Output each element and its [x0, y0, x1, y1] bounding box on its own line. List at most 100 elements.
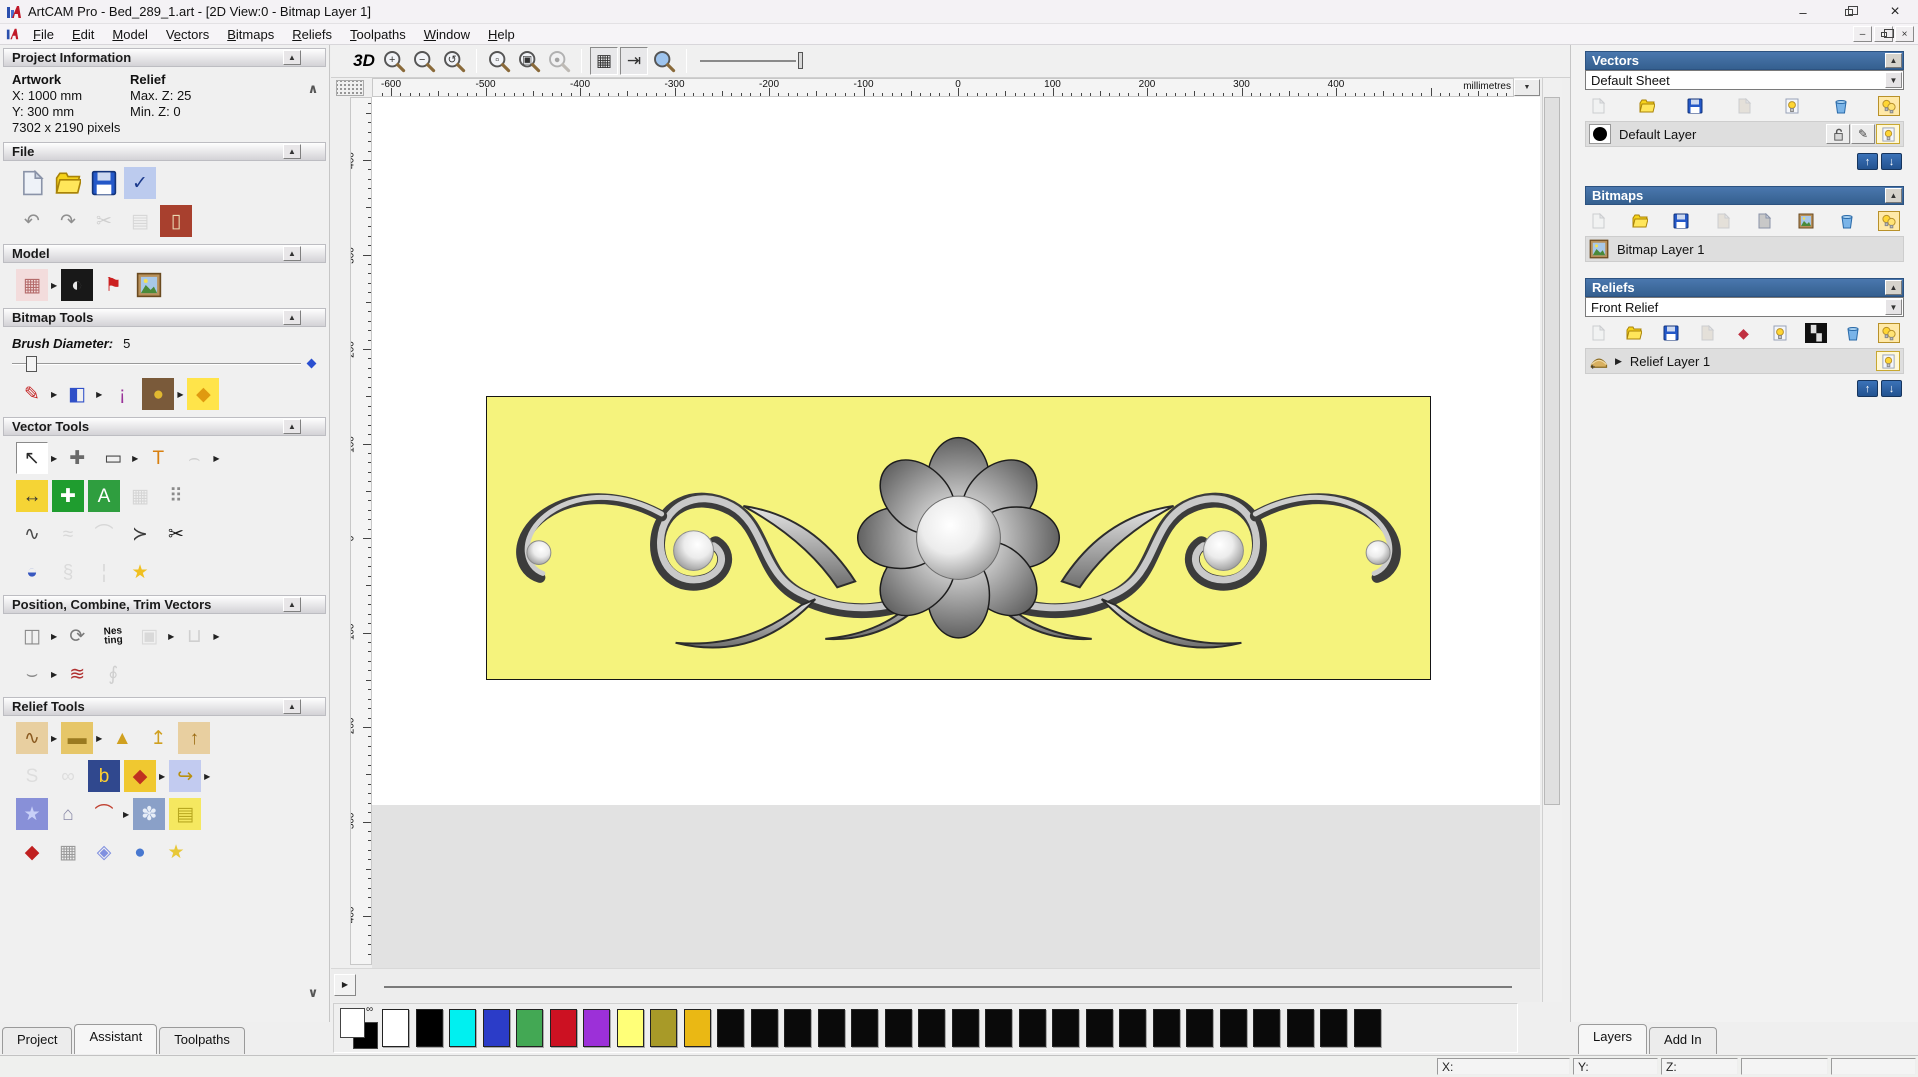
bitmap-new-icon[interactable] — [1587, 211, 1609, 231]
create-rectangle-icon[interactable]: ▭ — [97, 442, 129, 474]
flyout-arrow-icon[interactable]: ▶ — [51, 454, 57, 463]
measure-icon[interactable]: ↔ — [16, 480, 48, 512]
mdi-minimize-button[interactable]: – — [1853, 26, 1872, 42]
zoom-drawing-icon[interactable]: ▣ — [515, 47, 543, 75]
palette-swatch-17[interactable] — [951, 1009, 979, 1047]
layer-bulb-page-icon[interactable] — [1781, 96, 1803, 116]
flood-replace-icon[interactable]: ◆ — [187, 378, 220, 410]
ruler-corner-button[interactable] — [336, 80, 364, 96]
flood-fill-icon[interactable]: ◧ — [61, 378, 93, 410]
brush-diameter-slider[interactable] — [12, 355, 317, 373]
shape-editor-icon[interactable]: ▲ — [106, 722, 138, 754]
vector-texture-icon[interactable]: ≋ — [61, 658, 93, 690]
move-layer-down-button[interactable]: ↓ — [1881, 153, 1902, 170]
minimize-button[interactable]: – — [1780, 0, 1826, 24]
palette-swatch-8[interactable] — [650, 1009, 677, 1047]
smooth-relief-icon[interactable]: ∿ — [16, 722, 48, 754]
palette-swatch-16[interactable] — [918, 1009, 945, 1047]
palette-swatch-23[interactable] — [1152, 1009, 1180, 1047]
select-vectors-icon[interactable]: ↖ — [16, 442, 48, 474]
flyout-arrow-icon[interactable]: ▶ — [159, 772, 165, 781]
artwork-sheet[interactable] — [485, 396, 1431, 680]
mesh-distort-icon[interactable]: ▦ — [124, 480, 156, 512]
collapse-icon[interactable]: ▲ — [283, 310, 301, 325]
layer-row[interactable]: + ▶ Relief Layer 1 — [1585, 348, 1904, 374]
primary-colour-swatch[interactable] — [340, 1008, 365, 1038]
transform-vectors-icon[interactable]: ✚ — [61, 442, 93, 474]
green-cross-tool-icon[interactable]: ✚ — [52, 480, 84, 512]
flyout-arrow-icon[interactable]: ▶ — [213, 454, 219, 463]
flyout-arrow-icon[interactable]: ▶ — [51, 632, 57, 641]
interlock-vectors-icon[interactable]: ∮ — [97, 658, 129, 690]
weave-relief-icon[interactable]: ∞ — [52, 760, 84, 792]
mirror-vectors-icon[interactable]: ¦ — [88, 556, 120, 588]
model-options-icon[interactable]: ✓ — [124, 167, 156, 199]
bulb-icon[interactable] — [1876, 351, 1900, 371]
chevron-down-icon[interactable]: ▼ — [1885, 299, 1902, 315]
relief-toggle-visibility-icon[interactable] — [1878, 323, 1900, 343]
basket-weave-icon[interactable]: ▦ — [52, 836, 84, 868]
menu-edit[interactable]: Edit — [63, 26, 103, 43]
ruler-unit-button[interactable]: ▼ — [1514, 79, 1540, 96]
nesting-icon[interactable]: Nes ting — [97, 620, 129, 652]
menu-vectors[interactable]: Vectors — [157, 26, 218, 43]
blue-shape-tool-icon[interactable]: ◈ — [88, 836, 120, 868]
zoom-slider[interactable] — [700, 49, 816, 73]
panel-scroll-down-icon[interactable]: ∨ — [302, 984, 324, 1002]
palette-swatch-3[interactable] — [482, 1009, 510, 1047]
horizontal-scrollbar[interactable] — [331, 968, 1540, 1002]
greyscale-image-icon[interactable] — [133, 269, 165, 301]
invert-model-icon[interactable]: ◐ — [61, 269, 94, 301]
zoom-out-icon[interactable]: − — [410, 47, 438, 75]
layer-row[interactable]: Default Layer ✎ — [1585, 121, 1904, 147]
flip-relief-icon[interactable]: ↪ — [169, 760, 202, 792]
layer-colour-swatch[interactable] — [1589, 124, 1611, 144]
flyout-arrow-icon[interactable]: ▶ — [177, 390, 183, 399]
menu-reliefs[interactable]: Reliefs — [283, 26, 341, 43]
collapse-icon[interactable]: ▲ — [1885, 188, 1902, 203]
horizontal-scroll-track[interactable] — [384, 986, 1512, 988]
create-dome-icon[interactable]: ◒ — [16, 556, 48, 588]
sphere-tool-icon[interactable]: ● — [124, 836, 156, 868]
move-layer-up-button[interactable]: ↑ — [1857, 380, 1878, 397]
sheet-new-icon[interactable] — [1587, 96, 1609, 116]
palette-swatch-24[interactable] — [1186, 1009, 1213, 1047]
slider-handle[interactable] — [26, 356, 37, 372]
menu-help[interactable]: Help — [479, 26, 524, 43]
sheet-open-icon[interactable] — [1636, 96, 1658, 116]
palette-swatch-18[interactable] — [985, 1009, 1012, 1047]
colour-link-icon[interactable]: ∞ — [366, 1004, 373, 1015]
envelope-distort-icon[interactable]: ⌢ — [178, 442, 210, 474]
flyout-arrow-icon[interactable]: ▶ — [96, 734, 102, 743]
sheet-import-icon[interactable] — [1733, 96, 1755, 116]
sketch-polyline-icon[interactable]: ≈ — [52, 518, 84, 550]
bitmap-delete-icon[interactable] — [1836, 211, 1858, 231]
flyout-arrow-icon[interactable]: ▶ — [51, 281, 57, 290]
palette-swatch-26[interactable] — [1253, 1009, 1280, 1047]
flyout-arrow-icon[interactable]: ▶ — [213, 632, 219, 641]
flyout-arrow-icon[interactable]: ▶ — [51, 390, 57, 399]
bitmap-save-icon[interactable] — [1670, 211, 1692, 231]
collapse-icon[interactable]: ▲ — [283, 144, 301, 159]
collapse-icon[interactable]: ▲ — [1885, 280, 1902, 295]
convert-to-polyline-icon[interactable]: ≻ — [124, 518, 156, 550]
collapse-icon[interactable]: ▲ — [283, 246, 301, 261]
chevron-down-icon[interactable]: ▼ — [1885, 72, 1902, 88]
layer-row[interactable]: Bitmap Layer 1 — [1585, 236, 1904, 262]
palette-swatch-21[interactable] — [1085, 1009, 1113, 1047]
extrude-relief-icon[interactable]: ↥ — [142, 722, 174, 754]
palette-swatch-0[interactable] — [382, 1009, 409, 1047]
texture-relief-icon[interactable]: ★ — [16, 798, 48, 830]
snap-guides-toggle[interactable]: ⇥ — [620, 47, 648, 75]
palette-swatch-11[interactable] — [750, 1009, 778, 1047]
align-vectors-icon[interactable]: ◫ — [16, 620, 48, 652]
relief-save-icon[interactable] — [1660, 323, 1682, 343]
flyout-arrow-icon[interactable]: ▶ — [132, 454, 138, 463]
bulb-icon[interactable] — [1876, 124, 1900, 144]
relief-layers-icon[interactable]: ▤ — [169, 798, 202, 830]
flyout-arrow-icon[interactable]: ▶ — [51, 670, 57, 679]
relief-delete-icon[interactable] — [1842, 323, 1864, 343]
red-shape-tool-icon[interactable]: ◆ — [16, 836, 48, 868]
collapse-icon[interactable]: ▲ — [283, 597, 301, 612]
menu-model[interactable]: Model — [103, 26, 156, 43]
